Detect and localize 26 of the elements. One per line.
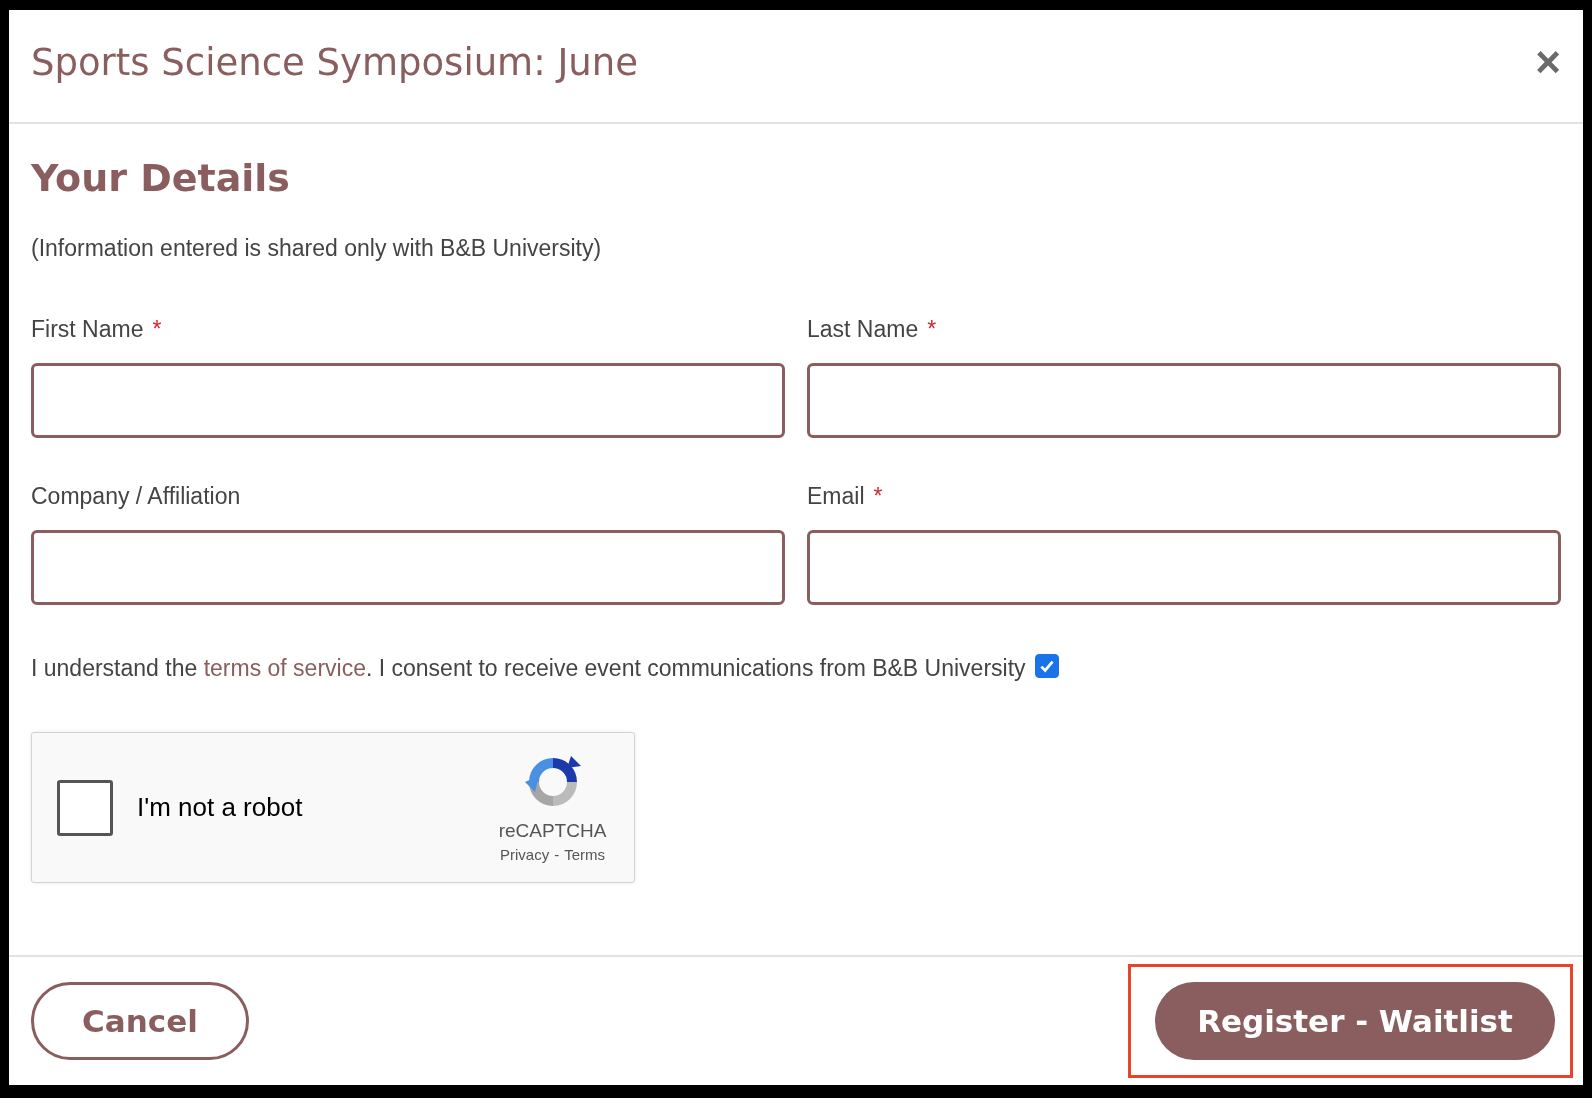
field-label: Company / Affiliation xyxy=(31,483,241,510)
register-button[interactable]: Register - Waitlist xyxy=(1155,982,1555,1060)
cancel-button[interactable]: Cancel xyxy=(31,982,249,1060)
terms-link[interactable]: Terms xyxy=(564,846,605,863)
terms-link[interactable]: terms of service xyxy=(203,655,366,681)
field-label: First Name xyxy=(31,316,144,343)
field-label: Last Name xyxy=(807,316,919,343)
required-mark: * xyxy=(152,316,162,343)
link-separator: - xyxy=(554,846,560,863)
privacy-note: (Information entered is shared only with B&B University) xyxy=(31,235,603,262)
captcha-brand: reCAPTCHA xyxy=(498,820,607,842)
required-mark: * xyxy=(927,316,937,343)
consent-text: I understand the terms of service. I consent to receive event communications from B&B University xyxy=(31,655,1026,682)
section-heading: Your Details xyxy=(31,156,291,200)
captcha-label: I'm not a robot xyxy=(137,792,304,823)
dialog-title: Sports Science Symposium: June xyxy=(31,40,638,84)
privacy-link[interactable]: Privacy xyxy=(500,846,550,863)
text-field[interactable] xyxy=(31,363,785,438)
consent-checkbox[interactable] xyxy=(1034,653,1059,678)
field-label: Email xyxy=(807,483,865,510)
text-field[interactable] xyxy=(807,530,1561,605)
captcha-checkbox[interactable] xyxy=(57,779,113,836)
text-field[interactable] xyxy=(31,530,785,605)
text-field[interactable] xyxy=(807,363,1561,438)
close-button[interactable]: × xyxy=(1535,40,1561,84)
required-mark: * xyxy=(873,483,883,510)
